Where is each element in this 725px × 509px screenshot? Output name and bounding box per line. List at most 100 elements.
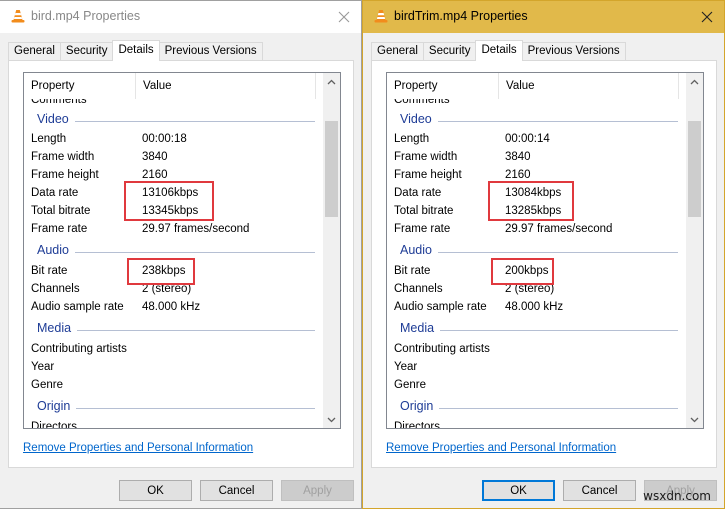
- column-header-property[interactable]: Property: [24, 73, 136, 99]
- vlc-cone-icon: [11, 10, 25, 23]
- section-label: Audio: [400, 243, 438, 257]
- section-label: Origin: [400, 399, 440, 413]
- list-item[interactable]: Frame rate 29.97 frames/second: [387, 220, 686, 238]
- list-item[interactable]: Year: [24, 358, 323, 376]
- property-name: Directors: [31, 421, 78, 429]
- list-item[interactable]: Data rate 13106kbps: [24, 184, 323, 202]
- title-bar[interactable]: birdTrim.mp4 Properties: [363, 1, 724, 33]
- list-item[interactable]: Channels 2 (stereo): [387, 280, 686, 298]
- property-name: Year: [394, 361, 418, 373]
- properties-window-bird: bird.mp4 Properties General Security Det…: [0, 0, 362, 509]
- list-item[interactable]: Directors: [387, 418, 686, 429]
- scrollbar-thumb[interactable]: [325, 121, 338, 217]
- close-button[interactable]: [694, 4, 720, 30]
- section-label: Media: [400, 321, 441, 335]
- property-value: 13106kbps: [142, 187, 199, 199]
- list-item[interactable]: Channels 2 (stereo): [24, 280, 323, 298]
- property-name: Contributing artists: [394, 343, 490, 355]
- remove-properties-link[interactable]: Remove Properties and Personal Informati…: [386, 442, 616, 454]
- property-name: Frame height: [394, 169, 462, 181]
- dialog-buttons: OK Cancel Apply: [119, 480, 354, 501]
- property-value: 13285kbps: [505, 205, 562, 217]
- tab-bar: General Security Details Previous Versio…: [371, 40, 626, 61]
- ok-button[interactable]: OK: [119, 480, 192, 501]
- property-value: 2 (stereo): [505, 283, 555, 295]
- property-value: 2160: [142, 169, 168, 181]
- section-divider: [37, 330, 315, 331]
- property-value: 238kbps: [142, 265, 186, 277]
- tab-general[interactable]: General: [8, 42, 61, 61]
- list-item[interactable]: Audio sample rate 48.000 kHz: [24, 298, 323, 316]
- list-item[interactable]: Total bitrate 13285kbps: [387, 202, 686, 220]
- list-item[interactable]: Bit rate 200kbps: [387, 262, 686, 280]
- scroll-up-button[interactable]: [686, 73, 703, 90]
- list-item[interactable]: Frame width 3840: [24, 148, 323, 166]
- property-name: Length: [31, 133, 67, 145]
- section-header-video: Video: [387, 110, 686, 130]
- tab-details[interactable]: Details: [475, 40, 523, 61]
- list-item[interactable]: Length 00:00:14: [387, 130, 686, 148]
- list-item[interactable]: Total bitrate 13345kbps: [24, 202, 323, 220]
- scroll-up-button[interactable]: [323, 73, 340, 90]
- title-bar[interactable]: bird.mp4 Properties: [0, 1, 361, 33]
- apply-button[interactable]: Apply: [281, 480, 354, 501]
- list-item[interactable]: Contributing artists: [24, 340, 323, 358]
- column-header-value[interactable]: Value: [499, 73, 679, 99]
- list-item[interactable]: Year: [387, 358, 686, 376]
- property-list[interactable]: Property Value Comments Video Length 00:0…: [23, 72, 341, 429]
- column-header-property[interactable]: Property: [387, 73, 499, 99]
- list-item[interactable]: Audio sample rate 48.000 kHz: [387, 298, 686, 316]
- property-value: 29.97 frames/second: [505, 223, 613, 235]
- cancel-button[interactable]: Cancel: [200, 480, 273, 501]
- tab-bar: General Security Details Previous Versio…: [8, 40, 263, 61]
- vertical-scrollbar[interactable]: [323, 73, 340, 428]
- column-header-value[interactable]: Value: [136, 73, 316, 99]
- property-value: 2 (stereo): [142, 283, 192, 295]
- tab-details[interactable]: Details: [112, 40, 160, 61]
- tab-previous-versions[interactable]: Previous Versions: [521, 42, 626, 61]
- chevron-up-icon: [690, 79, 699, 84]
- ok-button[interactable]: OK: [482, 480, 555, 501]
- close-icon: [338, 11, 350, 23]
- property-list[interactable]: Property Value Comments Video Length 00:0…: [386, 72, 704, 429]
- list-item[interactable]: Directors: [24, 418, 323, 429]
- list-item[interactable]: Frame rate 29.97 frames/second: [24, 220, 323, 238]
- section-label: Media: [37, 321, 78, 335]
- section-header-audio: Audio: [387, 241, 686, 261]
- list-item[interactable]: Length 00:00:18: [24, 130, 323, 148]
- section-divider: [400, 408, 678, 409]
- remove-properties-link[interactable]: Remove Properties and Personal Informati…: [23, 442, 253, 454]
- tab-security[interactable]: Security: [422, 42, 477, 61]
- list-item[interactable]: Contributing artists: [387, 340, 686, 358]
- property-name: Bit rate: [31, 265, 68, 277]
- property-value: 29.97 frames/second: [142, 223, 250, 235]
- list-item[interactable]: Frame width 3840: [387, 148, 686, 166]
- tab-security[interactable]: Security: [59, 42, 114, 61]
- property-name: Audio sample rate: [31, 301, 124, 313]
- property-name: Frame rate: [394, 223, 451, 235]
- property-name: Directors: [394, 421, 441, 429]
- property-value: 3840: [505, 151, 531, 163]
- list-item[interactable]: Frame height 2160: [24, 166, 323, 184]
- list-item[interactable]: Genre: [387, 376, 686, 394]
- list-item[interactable]: Genre: [24, 376, 323, 394]
- list-item[interactable]: Bit rate 238kbps: [24, 262, 323, 280]
- tab-general[interactable]: General: [371, 42, 424, 61]
- property-name: Frame width: [394, 151, 458, 163]
- section-header-media: Media: [387, 319, 686, 339]
- window-title: bird.mp4 Properties: [31, 9, 141, 23]
- property-value: 00:00:14: [505, 133, 550, 145]
- scroll-down-button[interactable]: [323, 411, 340, 428]
- section-label: Audio: [37, 243, 75, 257]
- close-button[interactable]: [331, 4, 357, 30]
- cancel-button[interactable]: Cancel: [563, 480, 636, 501]
- property-name: Year: [31, 361, 55, 373]
- tab-previous-versions[interactable]: Previous Versions: [158, 42, 263, 61]
- scroll-down-button[interactable]: [686, 411, 703, 428]
- vertical-scrollbar[interactable]: [686, 73, 703, 428]
- section-header-video: Video: [24, 110, 323, 130]
- property-name: Length: [394, 133, 430, 145]
- scrollbar-thumb[interactable]: [688, 121, 701, 217]
- list-item[interactable]: Frame height 2160: [387, 166, 686, 184]
- list-item[interactable]: Data rate 13084kbps: [387, 184, 686, 202]
